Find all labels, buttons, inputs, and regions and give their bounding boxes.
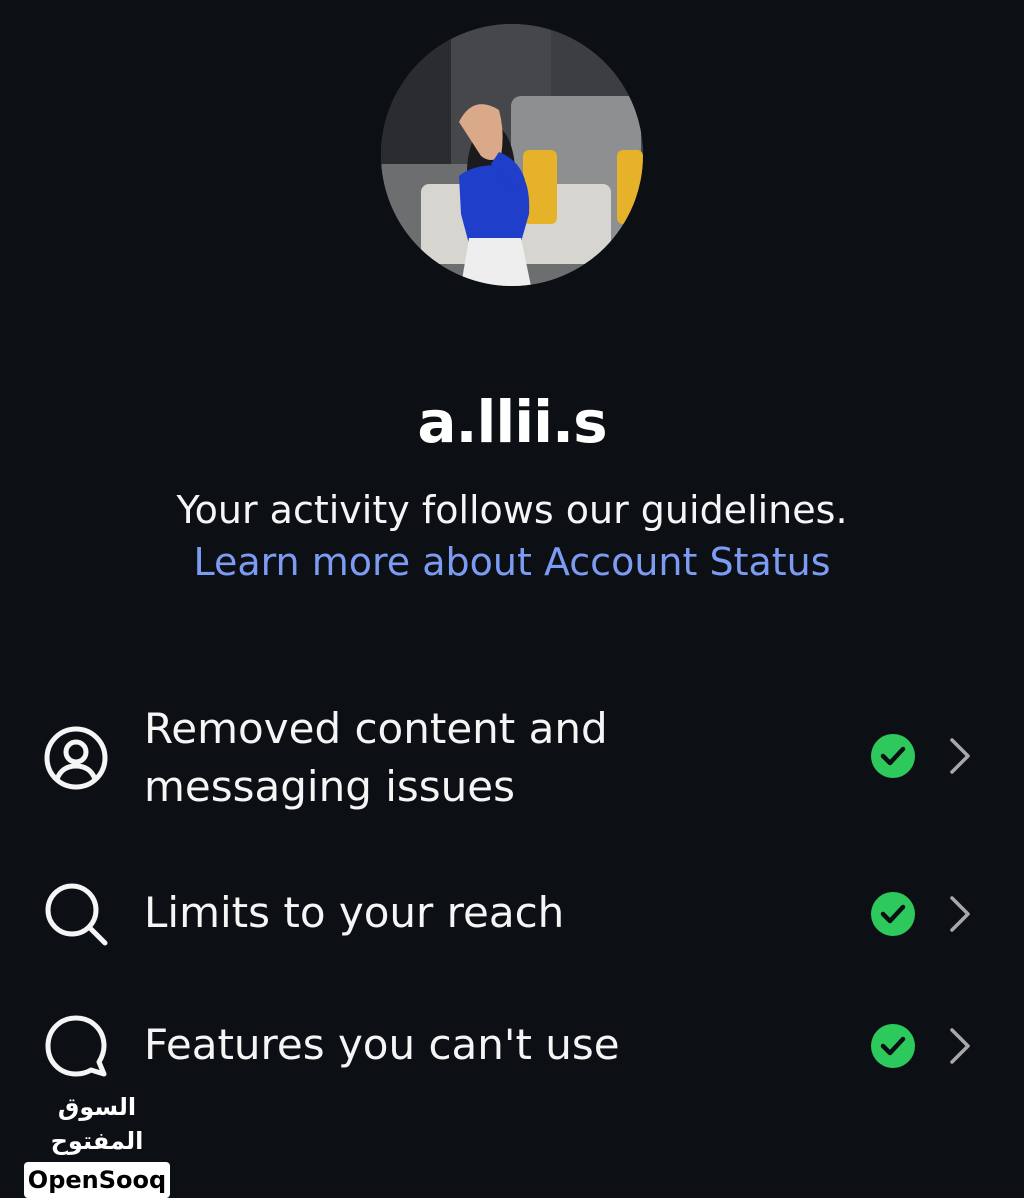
chevron-right-icon bbox=[944, 892, 974, 936]
search-icon bbox=[42, 880, 110, 948]
chevron-right-icon bbox=[944, 1024, 974, 1068]
list-item-label: Removed content and messaging issues bbox=[144, 700, 824, 816]
username: a.llii.s bbox=[417, 388, 607, 456]
list-item-label: Features you can't use bbox=[144, 1020, 620, 1069]
checkmark-icon bbox=[871, 734, 915, 778]
list-item-features-cant-use[interactable]: Features you can't use bbox=[0, 1008, 1024, 1084]
user-circle-icon bbox=[42, 724, 110, 792]
account-status-message: Your activity follows our guidelines. bbox=[176, 488, 848, 532]
list-item-removed-content[interactable]: Removed content and messaging issues bbox=[0, 700, 1024, 820]
speech-bubble-icon bbox=[42, 1012, 110, 1080]
watermark-latin-text: OpenSooq bbox=[24, 1162, 170, 1198]
list-item-label-line1: Removed content and bbox=[144, 704, 608, 753]
list-item-limits-to-reach[interactable]: Limits to your reach bbox=[0, 876, 1024, 952]
list-item-label-line2: messaging issues bbox=[144, 762, 515, 811]
profile-avatar bbox=[381, 24, 643, 286]
list-item-label: Limits to your reach bbox=[144, 888, 565, 937]
chevron-right-icon bbox=[944, 734, 974, 778]
watermark-arabic-text: السوق المفتوح bbox=[50, 1093, 144, 1155]
learn-more-account-status-link[interactable]: Learn more about Account Status bbox=[0, 536, 1024, 588]
checkmark-icon bbox=[871, 892, 915, 936]
opensooq-watermark: السوق المفتوح OpenSooq bbox=[24, 1090, 170, 1198]
checkmark-icon bbox=[871, 1024, 915, 1068]
